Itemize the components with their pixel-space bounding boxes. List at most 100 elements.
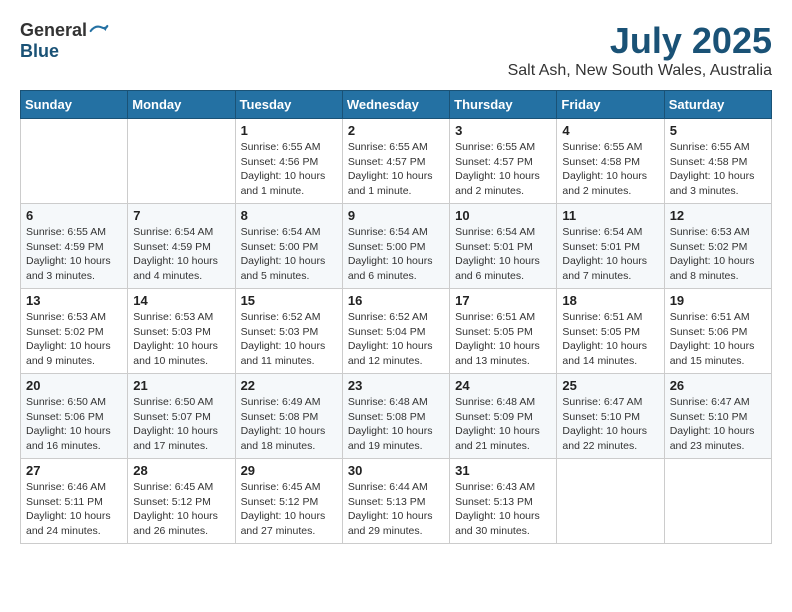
day-info: Sunrise: 6:54 AMSunset: 4:59 PMDaylight:… xyxy=(133,225,229,284)
calendar-cell: 11Sunrise: 6:54 AMSunset: 5:01 PMDayligh… xyxy=(557,204,664,289)
week-row-4: 20 Sunrise: 6:50 AMSunset: 5:06 PMDayligh… xyxy=(21,374,772,459)
day-number: 6 xyxy=(26,208,122,223)
calendar-cell: 10Sunrise: 6:54 AMSunset: 5:01 PMDayligh… xyxy=(450,204,557,289)
week-row-1: 1 Sunrise: 6:55 AMSunset: 4:56 PMDaylight… xyxy=(21,119,772,204)
calendar-cell xyxy=(664,459,771,544)
calendar-cell: 1 Sunrise: 6:55 AMSunset: 4:56 PMDaylight… xyxy=(235,119,342,204)
calendar-cell: 5 Sunrise: 6:55 AMSunset: 4:58 PMDaylight… xyxy=(664,119,771,204)
calendar-header-row: SundayMondayTuesdayWednesdayThursdayFrid… xyxy=(21,91,772,119)
calendar-cell: 8Sunrise: 6:54 AMSunset: 5:00 PMDaylight… xyxy=(235,204,342,289)
calendar-table: SundayMondayTuesdayWednesdayThursdayFrid… xyxy=(20,90,772,544)
day-info: Sunrise: 6:55 AMSunset: 4:56 PMDaylight:… xyxy=(241,140,337,199)
day-number: 23 xyxy=(348,378,444,393)
logo-general-text: General xyxy=(20,20,87,41)
day-info: Sunrise: 6:50 AMSunset: 5:06 PMDaylight:… xyxy=(26,395,122,454)
title-block: July 2025 Salt Ash, New South Wales, Aus… xyxy=(508,20,772,80)
day-info: Sunrise: 6:45 AMSunset: 5:12 PMDaylight:… xyxy=(241,480,337,539)
day-number: 30 xyxy=(348,463,444,478)
day-number: 1 xyxy=(241,123,337,138)
calendar-cell: 20 Sunrise: 6:50 AMSunset: 5:06 PMDayligh… xyxy=(21,374,128,459)
day-number: 29 xyxy=(241,463,337,478)
month-title: July 2025 xyxy=(508,20,772,62)
calendar-cell: 28Sunrise: 6:45 AMSunset: 5:12 PMDayligh… xyxy=(128,459,235,544)
day-number: 3 xyxy=(455,123,551,138)
calendar-cell: 13Sunrise: 6:53 AMSunset: 5:02 PMDayligh… xyxy=(21,289,128,374)
day-info: Sunrise: 6:55 AMSunset: 4:59 PMDaylight:… xyxy=(26,225,122,284)
day-info: Sunrise: 6:53 AMSunset: 5:02 PMDaylight:… xyxy=(670,225,766,284)
calendar-cell: 15 Sunrise: 6:52 AMSunset: 5:03 PMDayligh… xyxy=(235,289,342,374)
day-number: 2 xyxy=(348,123,444,138)
day-number: 11 xyxy=(562,208,658,223)
day-number: 14 xyxy=(133,293,229,308)
day-number: 4 xyxy=(562,123,658,138)
day-info: Sunrise: 6:55 AMSunset: 4:57 PMDaylight:… xyxy=(348,140,444,199)
column-header-saturday: Saturday xyxy=(664,91,771,119)
calendar-cell: 23 Sunrise: 6:48 AMSunset: 5:08 PMDayligh… xyxy=(342,374,449,459)
week-row-3: 13Sunrise: 6:53 AMSunset: 5:02 PMDayligh… xyxy=(21,289,772,374)
logo-blue-text: Blue xyxy=(20,41,59,62)
day-info: Sunrise: 6:47 AMSunset: 5:10 PMDaylight:… xyxy=(670,395,766,454)
day-info: Sunrise: 6:55 AMSunset: 4:58 PMDaylight:… xyxy=(670,140,766,199)
logo-icon xyxy=(89,21,109,41)
day-number: 25 xyxy=(562,378,658,393)
day-number: 28 xyxy=(133,463,229,478)
day-number: 19 xyxy=(670,293,766,308)
day-info: Sunrise: 6:52 AMSunset: 5:04 PMDaylight:… xyxy=(348,310,444,369)
day-info: Sunrise: 6:50 AMSunset: 5:07 PMDaylight:… xyxy=(133,395,229,454)
day-info: Sunrise: 6:44 AMSunset: 5:13 PMDaylight:… xyxy=(348,480,444,539)
calendar-cell: 18Sunrise: 6:51 AMSunset: 5:05 PMDayligh… xyxy=(557,289,664,374)
calendar-cell: 16Sunrise: 6:52 AMSunset: 5:04 PMDayligh… xyxy=(342,289,449,374)
day-number: 9 xyxy=(348,208,444,223)
logo: General Blue xyxy=(20,20,109,62)
calendar-cell: 12 Sunrise: 6:53 AMSunset: 5:02 PMDayligh… xyxy=(664,204,771,289)
calendar-cell: 25Sunrise: 6:47 AMSunset: 5:10 PMDayligh… xyxy=(557,374,664,459)
calendar-cell: 19 Sunrise: 6:51 AMSunset: 5:06 PMDayligh… xyxy=(664,289,771,374)
calendar-cell: 7 Sunrise: 6:54 AMSunset: 4:59 PMDaylight… xyxy=(128,204,235,289)
calendar-cell: 22 Sunrise: 6:49 AMSunset: 5:08 PMDayligh… xyxy=(235,374,342,459)
calendar-cell: 29 Sunrise: 6:45 AMSunset: 5:12 PMDayligh… xyxy=(235,459,342,544)
day-info: Sunrise: 6:52 AMSunset: 5:03 PMDaylight:… xyxy=(241,310,337,369)
week-row-5: 27 Sunrise: 6:46 AMSunset: 5:11 PMDayligh… xyxy=(21,459,772,544)
day-number: 15 xyxy=(241,293,337,308)
calendar-cell: 2 Sunrise: 6:55 AMSunset: 4:57 PMDaylight… xyxy=(342,119,449,204)
calendar-cell: 9 Sunrise: 6:54 AMSunset: 5:00 PMDaylight… xyxy=(342,204,449,289)
day-info: Sunrise: 6:48 AMSunset: 5:08 PMDaylight:… xyxy=(348,395,444,454)
day-info: Sunrise: 6:48 AMSunset: 5:09 PMDaylight:… xyxy=(455,395,551,454)
day-number: 27 xyxy=(26,463,122,478)
day-info: Sunrise: 6:49 AMSunset: 5:08 PMDaylight:… xyxy=(241,395,337,454)
location-title: Salt Ash, New South Wales, Australia xyxy=(508,62,772,80)
column-header-sunday: Sunday xyxy=(21,91,128,119)
day-info: Sunrise: 6:43 AMSunset: 5:13 PMDaylight:… xyxy=(455,480,551,539)
column-header-monday: Monday xyxy=(128,91,235,119)
calendar-cell: 14 Sunrise: 6:53 AMSunset: 5:03 PMDayligh… xyxy=(128,289,235,374)
day-number: 8 xyxy=(241,208,337,223)
calendar-cell: 27 Sunrise: 6:46 AMSunset: 5:11 PMDayligh… xyxy=(21,459,128,544)
day-number: 10 xyxy=(455,208,551,223)
page-header: General Blue July 2025 Salt Ash, New Sou… xyxy=(20,20,772,80)
day-info: Sunrise: 6:53 AMSunset: 5:03 PMDaylight:… xyxy=(133,310,229,369)
calendar-cell: 4 Sunrise: 6:55 AMSunset: 4:58 PMDaylight… xyxy=(557,119,664,204)
day-info: Sunrise: 6:46 AMSunset: 5:11 PMDaylight:… xyxy=(26,480,122,539)
day-number: 12 xyxy=(670,208,766,223)
day-number: 5 xyxy=(670,123,766,138)
calendar-cell xyxy=(557,459,664,544)
day-number: 26 xyxy=(670,378,766,393)
day-info: Sunrise: 6:55 AMSunset: 4:58 PMDaylight:… xyxy=(562,140,658,199)
day-info: Sunrise: 6:55 AMSunset: 4:57 PMDaylight:… xyxy=(455,140,551,199)
column-header-tuesday: Tuesday xyxy=(235,91,342,119)
day-info: Sunrise: 6:54 AMSunset: 5:00 PMDaylight:… xyxy=(348,225,444,284)
calendar-cell: 31Sunrise: 6:43 AMSunset: 5:13 PMDayligh… xyxy=(450,459,557,544)
column-header-friday: Friday xyxy=(557,91,664,119)
day-number: 13 xyxy=(26,293,122,308)
day-number: 21 xyxy=(133,378,229,393)
calendar-cell: 30 Sunrise: 6:44 AMSunset: 5:13 PMDayligh… xyxy=(342,459,449,544)
day-info: Sunrise: 6:51 AMSunset: 5:05 PMDaylight:… xyxy=(455,310,551,369)
day-number: 20 xyxy=(26,378,122,393)
day-number: 22 xyxy=(241,378,337,393)
day-number: 17 xyxy=(455,293,551,308)
calendar-cell: 24Sunrise: 6:48 AMSunset: 5:09 PMDayligh… xyxy=(450,374,557,459)
day-info: Sunrise: 6:51 AMSunset: 5:06 PMDaylight:… xyxy=(670,310,766,369)
day-info: Sunrise: 6:51 AMSunset: 5:05 PMDaylight:… xyxy=(562,310,658,369)
day-number: 7 xyxy=(133,208,229,223)
calendar-cell xyxy=(128,119,235,204)
